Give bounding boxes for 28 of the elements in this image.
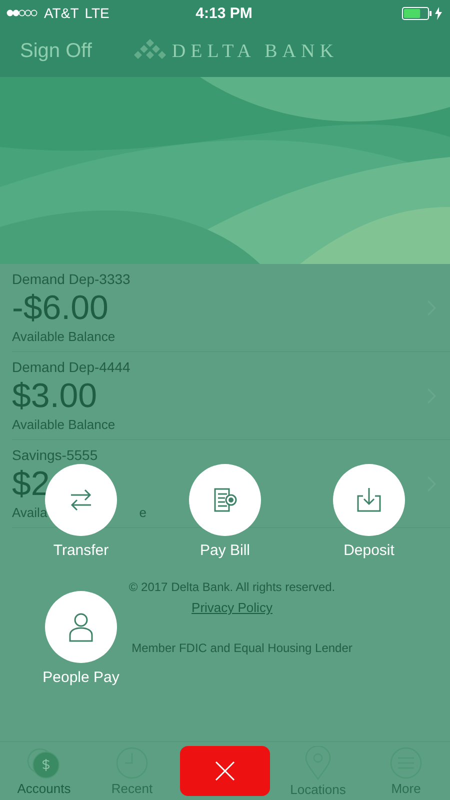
network-type: LTE xyxy=(84,5,110,21)
battery-icon xyxy=(402,6,432,20)
transfer-arrows-icon xyxy=(68,487,94,513)
sign-off-link[interactable]: Sign Off xyxy=(20,40,92,63)
tab-item[interactable]: Accounts xyxy=(4,746,84,796)
bank-logo-text: DELTA BANK xyxy=(172,40,338,62)
signal-icon xyxy=(6,9,38,17)
balance-label: e xyxy=(139,505,146,520)
account-name: Demand Dep-4444 xyxy=(12,359,130,375)
action-label[interactable]: People Pay xyxy=(42,669,120,686)
balance-label: Availa xyxy=(12,505,48,520)
account-name: Demand Dep-3333 xyxy=(12,271,130,287)
privacy-policy-link[interactable]: Privacy Policy xyxy=(192,600,272,615)
action-label[interactable]: Transfer xyxy=(53,542,109,559)
account-balance: -$6.00 xyxy=(12,288,108,329)
balance-label: Available Balance xyxy=(12,329,116,344)
close-icon xyxy=(215,761,235,781)
account-balance: $3.00 xyxy=(12,376,98,417)
account-name: Savings-5555 xyxy=(12,447,98,463)
download-tray-icon xyxy=(355,486,383,514)
clock-time: 4:13 PM xyxy=(196,4,252,22)
carrier-name: AT&T xyxy=(44,5,79,21)
fdic-notice: Member FDIC and Equal Housing Lender xyxy=(130,641,352,655)
account-balance: $2 xyxy=(12,464,50,505)
balance-label: Available Balance xyxy=(12,417,116,432)
copyright-text: © 2017 Delta Bank. All rights reserved. xyxy=(128,580,336,594)
action-label[interactable]: Pay Bill xyxy=(200,542,250,559)
action-label[interactable]: Deposit xyxy=(344,542,394,559)
